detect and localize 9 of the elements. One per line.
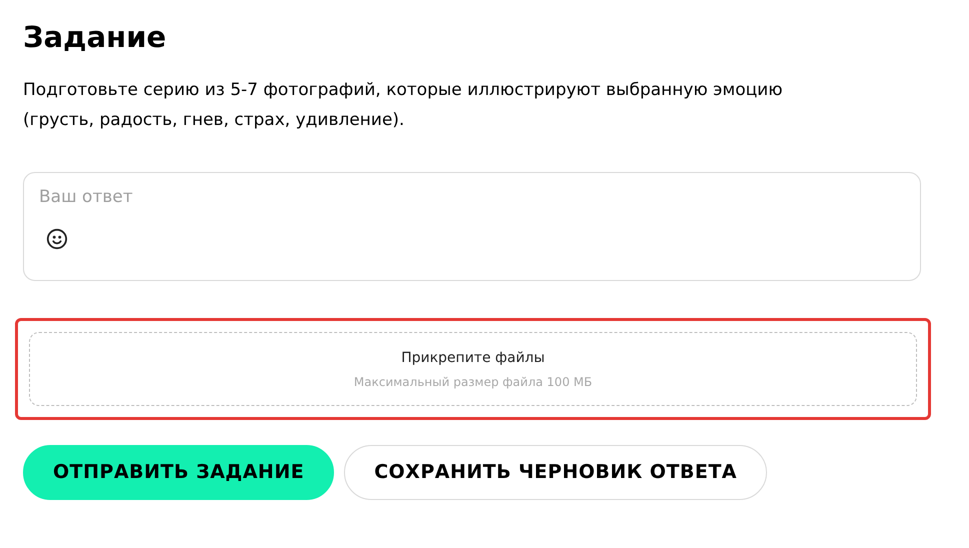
file-drop-zone[interactable]: Прикрепите файлы Максимальный размер файла 100 МБ	[29, 332, 917, 406]
save-draft-button[interactable]: СОХРАНИТЬ ЧЕРНОВИК ОТВЕТА	[344, 445, 768, 500]
answer-input[interactable]: Ваш ответ	[39, 185, 905, 210]
drop-zone-hint: Максимальный размер файла 100 МБ	[354, 374, 592, 390]
submit-button[interactable]: ОТПРАВИТЬ ЗАДАНИЕ	[23, 445, 334, 500]
drop-zone-label: Прикрепите файлы	[401, 348, 545, 368]
task-description: Подготовьте серию из 5-7 фотографий, которые иллюстрируют выбранную эмоцию (грусть, радость, гнев, страх, удивление).	[23, 79, 784, 132]
section-title: Задание	[23, 19, 166, 56]
smiley-icon[interactable]	[46, 228, 68, 250]
